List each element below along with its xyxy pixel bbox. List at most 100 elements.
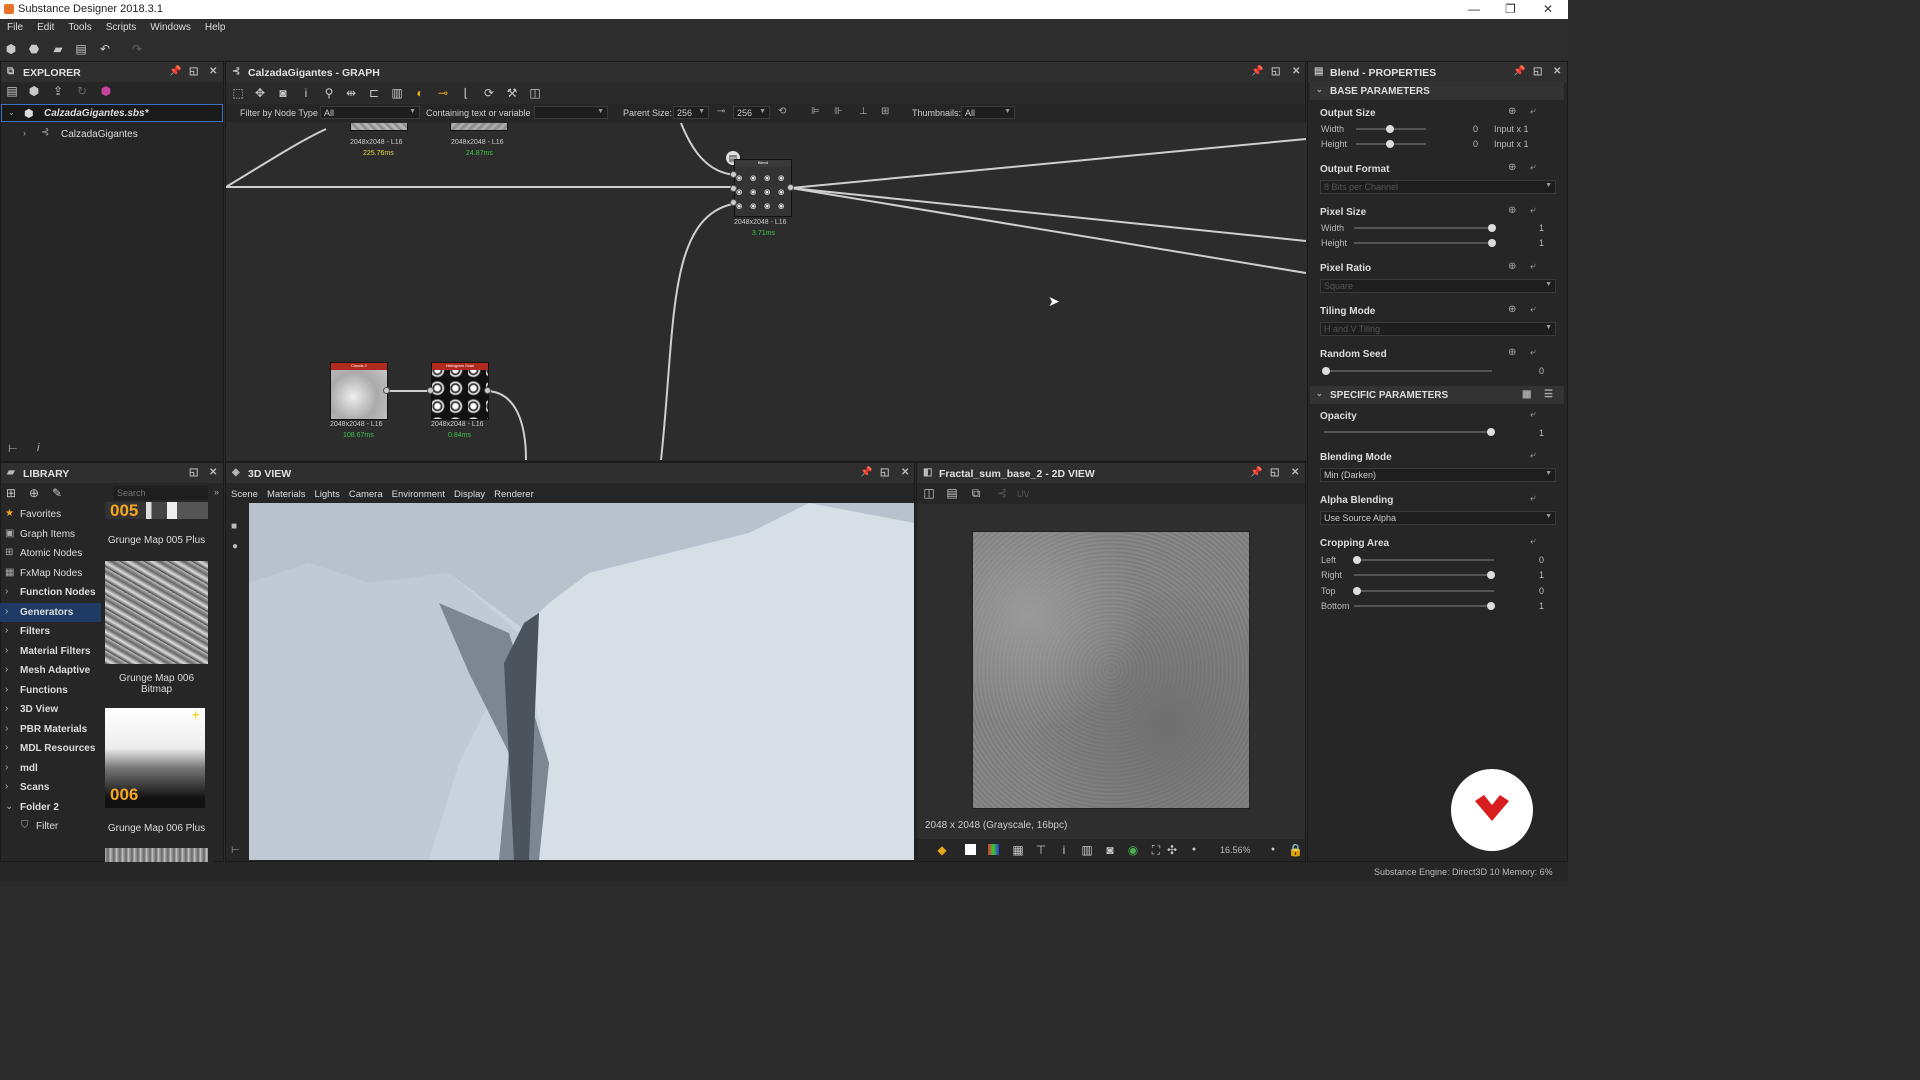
save-package-icon[interactable]: ▤ xyxy=(5,84,19,98)
add-icon[interactable]: + xyxy=(192,707,200,722)
center-icon[interactable]: ✣ xyxy=(1165,843,1179,857)
menu-tools[interactable]: Tools xyxy=(61,19,98,33)
view3d-tab-camera[interactable]: Camera xyxy=(349,489,383,500)
graph-canvas[interactable]: 2048x2048 - L16 225.76ms 2048x2048 - L16… xyxy=(226,123,1306,460)
graph-node-clouds[interactable]: Clouds 2 xyxy=(330,362,388,420)
crop-bottom-slider[interactable] xyxy=(1354,602,1495,610)
output-width-mode[interactable]: Input x 1 xyxy=(1494,124,1529,134)
expose-icon[interactable]: ⊕ xyxy=(1508,162,1516,173)
thumb-grunge-006-bitmap[interactable] xyxy=(105,561,208,664)
reset-icon[interactable]: ⤶ xyxy=(1530,205,1536,216)
crop-right-slider[interactable] xyxy=(1354,571,1495,579)
thumbnails-dropdown[interactable]: All ▼ xyxy=(961,106,1015,119)
align-icon[interactable]: ⇹ xyxy=(344,86,358,100)
menu-file[interactable]: File xyxy=(0,19,30,33)
info-icon[interactable]: i xyxy=(1057,843,1071,857)
reset-icon[interactable]: ⤶ xyxy=(1530,409,1536,420)
menu-icon[interactable]: ☰ xyxy=(1544,389,1553,400)
chevron-right-icon[interactable]: › xyxy=(23,128,26,138)
parent-size-width[interactable]: 256 ▼ xyxy=(673,106,709,119)
chevron-down-icon[interactable]: ⌄ xyxy=(1316,85,1323,94)
cycle-icon[interactable]: ⟳ xyxy=(482,86,496,100)
view3d-tab-scene[interactable]: Scene xyxy=(231,489,258,500)
float-icon[interactable]: ◱ xyxy=(880,467,889,478)
reset-icon[interactable]: ⤶ xyxy=(1530,162,1536,173)
python-icon[interactable]: ◐ xyxy=(413,86,427,100)
pixel-height-slider[interactable] xyxy=(1354,239,1496,247)
tools-icon[interactable]: ⚒ xyxy=(505,86,519,100)
containing-input[interactable]: ▼ xyxy=(534,106,608,119)
add-icon[interactable]: ⊕ xyxy=(27,486,41,500)
output-height-slider[interactable] xyxy=(1356,140,1426,148)
maximize-button[interactable]: ❐ xyxy=(1505,2,1516,16)
tree-icon[interactable]: ⊢ xyxy=(8,442,18,455)
reset-icon[interactable]: ⤶ xyxy=(1530,493,1536,504)
library-item[interactable]: ★ Favorites xyxy=(0,505,101,524)
opacity-slider[interactable] xyxy=(1324,428,1495,436)
alpha-icon[interactable]: ⊤ xyxy=(1034,843,1048,857)
close-icon[interactable]: ✕ xyxy=(1291,467,1299,478)
float-icon[interactable]: ◱ xyxy=(1271,66,1280,77)
crop-left-slider[interactable] xyxy=(1353,556,1494,564)
zoom-level[interactable]: 16.56% xyxy=(1220,845,1251,855)
library-item[interactable]: › Function Nodes xyxy=(0,583,101,602)
pin-icon[interactable]: 📌 xyxy=(1251,66,1263,77)
expose-icon[interactable]: ⊕ xyxy=(1508,304,1516,315)
close-icon[interactable]: ✕ xyxy=(209,66,217,77)
layers-icon[interactable]: ◆ xyxy=(935,843,949,857)
menu-edit[interactable]: Edit xyxy=(30,19,61,33)
specific-parameters-section[interactable]: ⌄ SPECIFIC PARAMETERS ▦ ☰ xyxy=(1310,386,1564,404)
float-icon[interactable]: ◱ xyxy=(1270,467,1279,478)
blending-mode-dropdown[interactable]: Min (Darken) ▼ xyxy=(1320,468,1556,482)
reset-icon[interactable]: ⤶ xyxy=(1530,450,1536,461)
search-icon[interactable]: ⚲ xyxy=(322,86,336,100)
histogram-input-port[interactable] xyxy=(427,387,434,394)
zoom-out-icon[interactable]: ● xyxy=(1187,843,1201,857)
crop-top-slider[interactable] xyxy=(1353,587,1494,595)
zoom-in-icon[interactable]: ● xyxy=(1266,843,1280,857)
histogram-icon[interactable]: ▥ xyxy=(1080,843,1094,857)
menu-windows[interactable]: Windows xyxy=(143,19,198,33)
filter-dropdown[interactable]: All ▼ xyxy=(320,106,420,119)
chevron-down-icon[interactable]: ⌄ xyxy=(1316,389,1323,398)
library-item[interactable]: › PBR Materials xyxy=(0,720,101,739)
menu-help[interactable]: Help xyxy=(198,19,233,33)
library-item[interactable]: ⊞ Atomic Nodes xyxy=(0,544,101,563)
library-search-input[interactable] xyxy=(113,486,208,500)
camera-icon[interactable]: ■ xyxy=(231,521,237,532)
layout-icon[interactable]: ⊏ xyxy=(367,86,381,100)
library-item[interactable]: › Filters xyxy=(0,622,101,641)
close-icon[interactable]: ✕ xyxy=(1292,66,1300,77)
frame-selected-icon[interactable]: ✥ xyxy=(253,86,267,100)
uv-icon[interactable]: ⊰ xyxy=(995,486,1009,500)
library-item[interactable]: › Functions xyxy=(0,681,101,700)
tiling-mode-dropdown[interactable]: H and V Tiling ▼ xyxy=(1320,322,1556,336)
library-item[interactable]: ▦ FxMap Nodes xyxy=(0,564,101,583)
rgb-channel-icon[interactable] xyxy=(988,844,999,855)
expose-icon[interactable]: ⊕ xyxy=(1508,261,1516,272)
blend-input-port[interactable] xyxy=(730,199,737,206)
distribute-icon[interactable]: ⊪ xyxy=(834,106,843,117)
float-icon[interactable]: ◱ xyxy=(1533,66,1542,77)
info-icon[interactable]: i xyxy=(299,86,313,100)
reset-icon[interactable]: ⤶ xyxy=(1530,304,1536,315)
reset-icon[interactable]: ⤶ xyxy=(1530,347,1536,358)
export-icon[interactable]: ⇪ xyxy=(51,84,65,98)
view3d-tab-environment[interactable]: Environment xyxy=(392,489,445,500)
blend-input-port[interactable] xyxy=(730,171,737,178)
white-channel-icon[interactable] xyxy=(965,844,976,855)
reset-icon[interactable]: ⤶ xyxy=(1530,261,1536,272)
thumb-next[interactable] xyxy=(105,848,208,862)
chevron-right-icon[interactable]: » xyxy=(214,487,219,497)
view3d-viewport[interactable] xyxy=(249,503,914,860)
preview-icon[interactable]: ◫ xyxy=(528,86,542,100)
pin-icon[interactable]: 📌 xyxy=(860,467,872,478)
menu-scripts[interactable]: Scripts xyxy=(99,19,144,33)
grid-icon[interactable]: ⊞ xyxy=(881,106,889,117)
info-icon[interactable]: i xyxy=(37,442,39,454)
graph-node-histogram-scan[interactable]: Histogram Scan xyxy=(431,362,489,420)
align-left-icon[interactable]: ⊫ xyxy=(811,106,820,117)
library-item[interactable]: ▣ Graph Items xyxy=(0,525,101,544)
open-folder-icon[interactable]: ▰ xyxy=(51,42,65,56)
random-seed-slider[interactable] xyxy=(1322,367,1492,375)
